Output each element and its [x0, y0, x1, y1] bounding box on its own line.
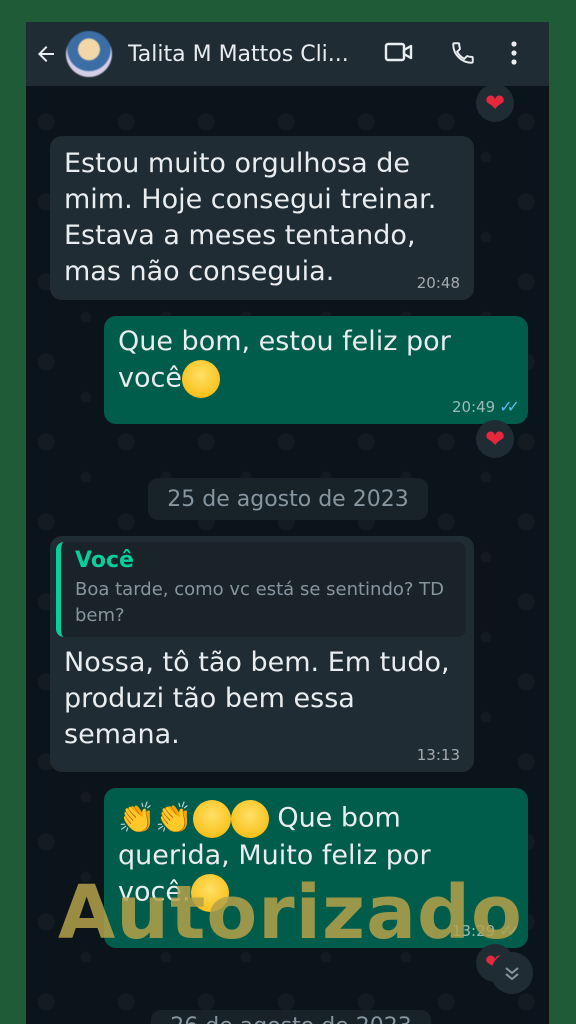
message-text-line: você. [118, 876, 191, 908]
message-content: 👏👏 Que bom [118, 800, 514, 838]
video-call-icon[interactable] [384, 40, 414, 68]
message-incoming[interactable]: Estou muito orgulhosa de mim. Hoje conse… [50, 136, 474, 300]
double-chevron-down-icon [505, 967, 519, 981]
message-time: 13:13 [416, 746, 460, 764]
smiling-face-emoji-icon [181, 360, 220, 398]
scroll-down-button[interactable] [491, 952, 533, 994]
date-separator-next: 26 de agosto de 2023 [151, 1010, 431, 1024]
quoted-message[interactable]: Você Boa tarde, como vc está se sentindo… [56, 542, 466, 637]
quote-author: Você [75, 548, 134, 573]
chat-screen: Talita M Mattos Cli... ❤ Estou muito org… [26, 22, 549, 1024]
message-time-value: 13:29 [451, 922, 496, 940]
back-arrow-icon[interactable] [26, 22, 66, 86]
phone-icon[interactable] [450, 40, 476, 70]
message-text: Estou muito orgulhosa de mim. Hoje conse… [64, 148, 437, 287]
reaction-heart-icon[interactable]: ❤ [476, 84, 514, 122]
message-time: 20:48 [416, 274, 460, 292]
message-text: Nossa, tô tão bem. Em tudo, produzi tão … [64, 647, 450, 750]
message-outgoing[interactable]: Que bom, estou feliz por você 20:49 ✓✓ [104, 316, 528, 424]
clapping-hands-emoji-icon: 👏 [155, 801, 193, 836]
message-text: Que bom, estou feliz por você [118, 326, 451, 394]
grinning-face-emoji-icon [192, 800, 231, 838]
message-content: Que bom, estou feliz por você [118, 324, 514, 398]
message-time: 20:49 ✓✓ [451, 397, 520, 416]
message-text-line: querida, Muito feliz por [118, 840, 431, 871]
read-ticks-icon: ✓✓ [499, 921, 520, 940]
message-text-line: Que bom [277, 802, 401, 834]
quote-text: Boa tarde, como vc está se sentindo? TD … [75, 579, 445, 626]
date-separator: 25 de agosto de 2023 [148, 478, 428, 520]
chat-header: Talita M Mattos Cli... [26, 22, 549, 86]
avatar[interactable] [66, 31, 112, 77]
read-ticks-icon: ✓✓ [499, 397, 520, 416]
message-incoming-reply[interactable]: Você Boa tarde, como vc está se sentindo… [50, 536, 474, 772]
message-time-value: 20:49 [451, 398, 496, 416]
smiling-face-emoji-icon [190, 874, 229, 912]
message-time: 13:29 ✓✓ [451, 921, 520, 940]
reaction-heart-icon[interactable]: ❤ [476, 420, 514, 458]
more-options-icon[interactable] [510, 40, 518, 70]
clapping-hands-emoji-icon: 👏 [118, 801, 156, 836]
message-outgoing[interactable]: 👏👏 Que bom querida, Muito feliz por você… [104, 788, 528, 948]
message-content-end: você. [118, 874, 514, 912]
contact-name[interactable]: Talita M Mattos Cli... [128, 42, 358, 67]
grinning-face-emoji-icon [230, 800, 269, 838]
